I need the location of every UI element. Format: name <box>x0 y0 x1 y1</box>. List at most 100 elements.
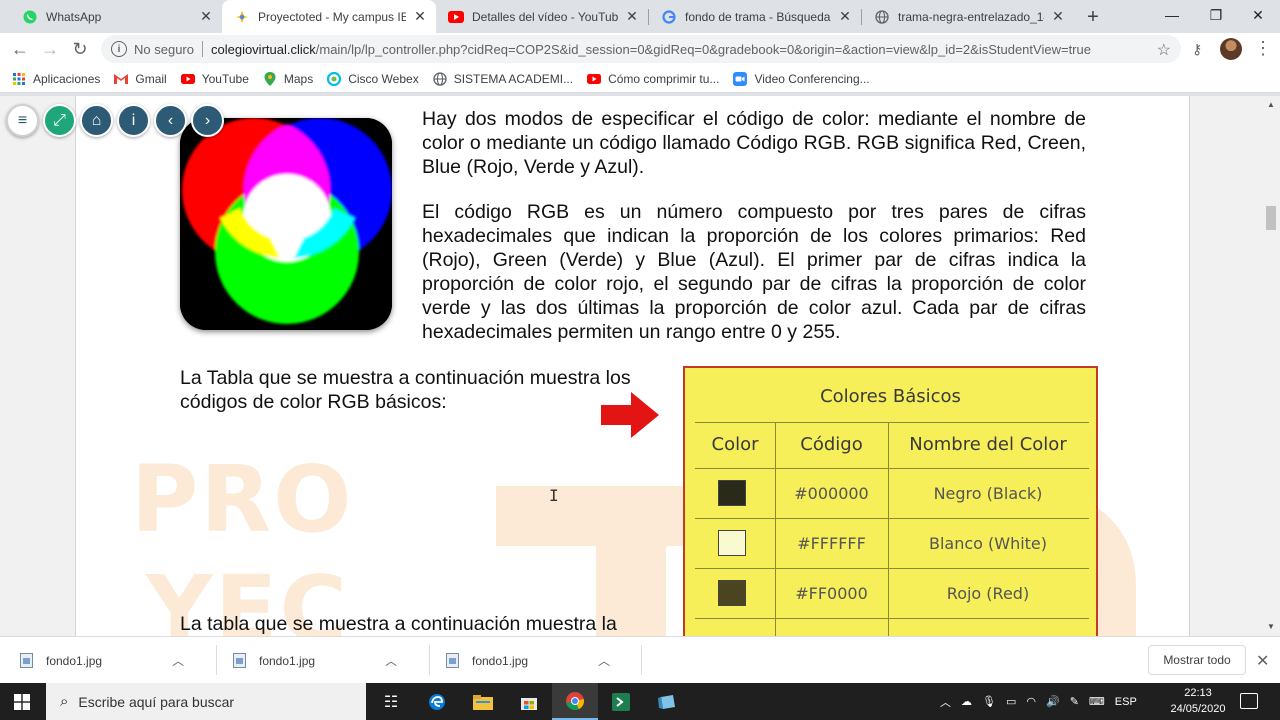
taskbar-search-box[interactable]: ⌕ Escribe aquí para buscar <box>46 683 366 720</box>
terminal-app-icon[interactable] <box>598 683 644 720</box>
tab-proyectoted[interactable]: Proyectoted - My campus IEP ✕ <box>222 0 436 33</box>
table-rule <box>695 518 1089 519</box>
address-bar[interactable]: i No seguro colegiovirtual.click/main/lp… <box>101 35 1181 63</box>
tab-youtube-studio[interactable]: Detalles del vídeo - YouTube Studio ✕ <box>436 0 648 33</box>
taskbar-clock[interactable]: 22:13 24/05/2020 <box>1166 685 1230 717</box>
tab-whatsapp[interactable]: WhatsApp ✕ <box>10 0 222 33</box>
wifi-icon[interactable]: ◠ <box>1026 695 1036 708</box>
maximize-button[interactable]: ❐ <box>1194 0 1238 30</box>
table-rule <box>695 618 1089 619</box>
microphone-icon[interactable]: 🎙 <box>982 695 996 708</box>
close-tab-icon[interactable]: ✕ <box>624 8 640 25</box>
chrome-icon[interactable] <box>552 683 598 720</box>
bookmark-youtube[interactable]: YouTube <box>180 72 249 86</box>
task-view-icon[interactable]: ☷ <box>368 683 414 720</box>
bookmark-zoom[interactable]: Video Conferencing... <box>733 71 870 86</box>
chevron-up-icon[interactable]: ︿ <box>598 652 610 669</box>
tab-title: WhatsApp <box>46 9 102 24</box>
download-filename: fondo1.jpg <box>46 653 103 668</box>
forward-button[interactable]: → <box>38 37 62 61</box>
volume-icon[interactable]: 🔊 <box>1046 695 1060 708</box>
basic-colors-table: Colores Básicos Color Código Nombre del … <box>683 366 1098 636</box>
bookmark-maps[interactable]: Maps <box>263 71 313 86</box>
close-tab-icon[interactable]: ✕ <box>837 8 853 25</box>
system-tray: ︿ ☁ 🎙 ▭ ◠ 🔊 ✎ ⌨ ESP <box>940 683 1137 720</box>
url-host: colegiovirtual.click <box>210 41 316 57</box>
table-cell-code: #FFFFFF <box>797 534 866 553</box>
keyboard-icon[interactable]: ⌨ <box>1089 695 1105 708</box>
bookmark-comprimir[interactable]: Cómo comprimir tu... <box>587 72 719 86</box>
table-header-color: Color <box>711 434 759 455</box>
show-all-downloads-button[interactable]: Mostrar todo <box>1148 645 1246 675</box>
close-shelf-icon[interactable]: ✕ <box>1256 651 1269 671</box>
maps-icon <box>263 71 277 86</box>
paragraph-color-modes: Hay dos modos de especificar el código d… <box>422 108 1086 178</box>
left-gutter <box>0 96 75 636</box>
globe-icon <box>874 9 890 25</box>
tray-expand-icon[interactable]: ︿ <box>940 694 951 710</box>
back-button[interactable]: ← <box>8 37 32 61</box>
apps-grid-icon <box>12 72 26 86</box>
avatar[interactable] <box>1220 38 1242 60</box>
bookmark-sistema-academico[interactable]: SISTEMA ACADEMI... <box>433 72 573 86</box>
bookmark-label: Cómo comprimir tu... <box>608 71 720 86</box>
table-cell-name: Rojo (Red) <box>946 584 1030 603</box>
security-label: No seguro <box>134 41 194 57</box>
page-scrollbar[interactable]: ▲ ▼ <box>1263 96 1280 636</box>
start-button[interactable] <box>0 683 44 720</box>
battery-icon[interactable]: ▭ <box>1006 695 1016 708</box>
image-file-icon <box>233 653 246 668</box>
clock-date: 24/05/2020 <box>1170 703 1226 715</box>
key-icon[interactable]: ⚷ <box>1192 41 1202 58</box>
download-item[interactable]: fondo1.jpg ︿ <box>20 637 184 684</box>
notification-center-icon[interactable] <box>1240 693 1258 709</box>
tab-google-search[interactable]: fondo de trama - Búsqueda de Google ✕ <box>649 0 861 33</box>
table-rule <box>695 568 1089 569</box>
close-tab-icon[interactable]: ✕ <box>198 8 214 25</box>
chevron-up-icon[interactable]: ︿ <box>172 652 184 669</box>
youtube-icon <box>448 9 464 25</box>
menu-dots-icon[interactable]: ⋮ <box>1254 39 1272 57</box>
onedrive-icon[interactable]: ☁ <box>961 695 972 708</box>
page-viewport: PRO YEC Hay dos modos de especificar el … <box>0 96 1280 636</box>
download-separator <box>216 645 217 675</box>
new-tab-button[interactable]: + <box>1082 6 1104 28</box>
previous-button[interactable]: ‹ <box>154 104 187 137</box>
whatsapp-icon <box>22 9 38 25</box>
right-gutter <box>1190 96 1263 636</box>
store-icon[interactable] <box>506 683 552 720</box>
bookmark-star-icon[interactable]: ☆ <box>1157 40 1171 60</box>
home-button[interactable]: ⌂ <box>80 104 113 137</box>
download-item[interactable]: fondo1.jpg ︿ <box>233 637 397 684</box>
file-explorer-icon[interactable] <box>460 683 506 720</box>
scroll-down-icon[interactable]: ▼ <box>1267 622 1275 631</box>
reload-button[interactable]: ↻ <box>68 37 92 61</box>
language-indicator[interactable]: ESP <box>1115 696 1137 708</box>
paragraph-table-intro-2: La tabla que se muestra a continuación m… <box>180 613 617 635</box>
close-tab-icon[interactable]: ✕ <box>1050 8 1066 25</box>
next-button[interactable]: › <box>191 104 224 137</box>
close-window-button[interactable]: ✕ <box>1236 0 1280 30</box>
chevron-up-icon[interactable]: ︿ <box>385 652 397 669</box>
url-path: /main/lp/lp_controller.php?cidReq=COP2S&… <box>315 41 1091 57</box>
bookmark-apps[interactable]: Aplicaciones <box>12 72 100 86</box>
scrollbar-thumb[interactable] <box>1266 206 1276 230</box>
info-icon[interactable]: i <box>111 41 127 57</box>
edge-icon[interactable] <box>414 683 460 720</box>
tab-title: trama-negra-entrelazado_1440 <box>898 9 1044 24</box>
menu-button[interactable]: ≡ <box>6 104 39 137</box>
globe-icon <box>433 71 447 86</box>
app-cube-icon[interactable] <box>644 683 690 720</box>
minimize-button[interactable]: ― <box>1150 0 1194 30</box>
bookmark-webex[interactable]: Cisco Webex <box>327 71 419 86</box>
color-swatch-white <box>718 530 746 556</box>
pen-icon[interactable]: ✎ <box>1070 695 1079 708</box>
fullscreen-toggle-button[interactable]: ⤢ <box>43 104 76 137</box>
lesson-navigation: ≡ ⤢ ⌂ i ‹ › <box>6 104 224 137</box>
info-button[interactable]: i <box>117 104 150 137</box>
tab-trama-negra[interactable]: trama-negra-entrelazado_1440 ✕ <box>862 0 1074 33</box>
download-item[interactable]: fondo1.jpg ︿ <box>446 637 610 684</box>
bookmark-gmail[interactable]: Gmail <box>114 72 167 86</box>
scroll-up-icon[interactable]: ▲ <box>1267 100 1275 109</box>
close-tab-icon[interactable]: ✕ <box>412 8 428 25</box>
